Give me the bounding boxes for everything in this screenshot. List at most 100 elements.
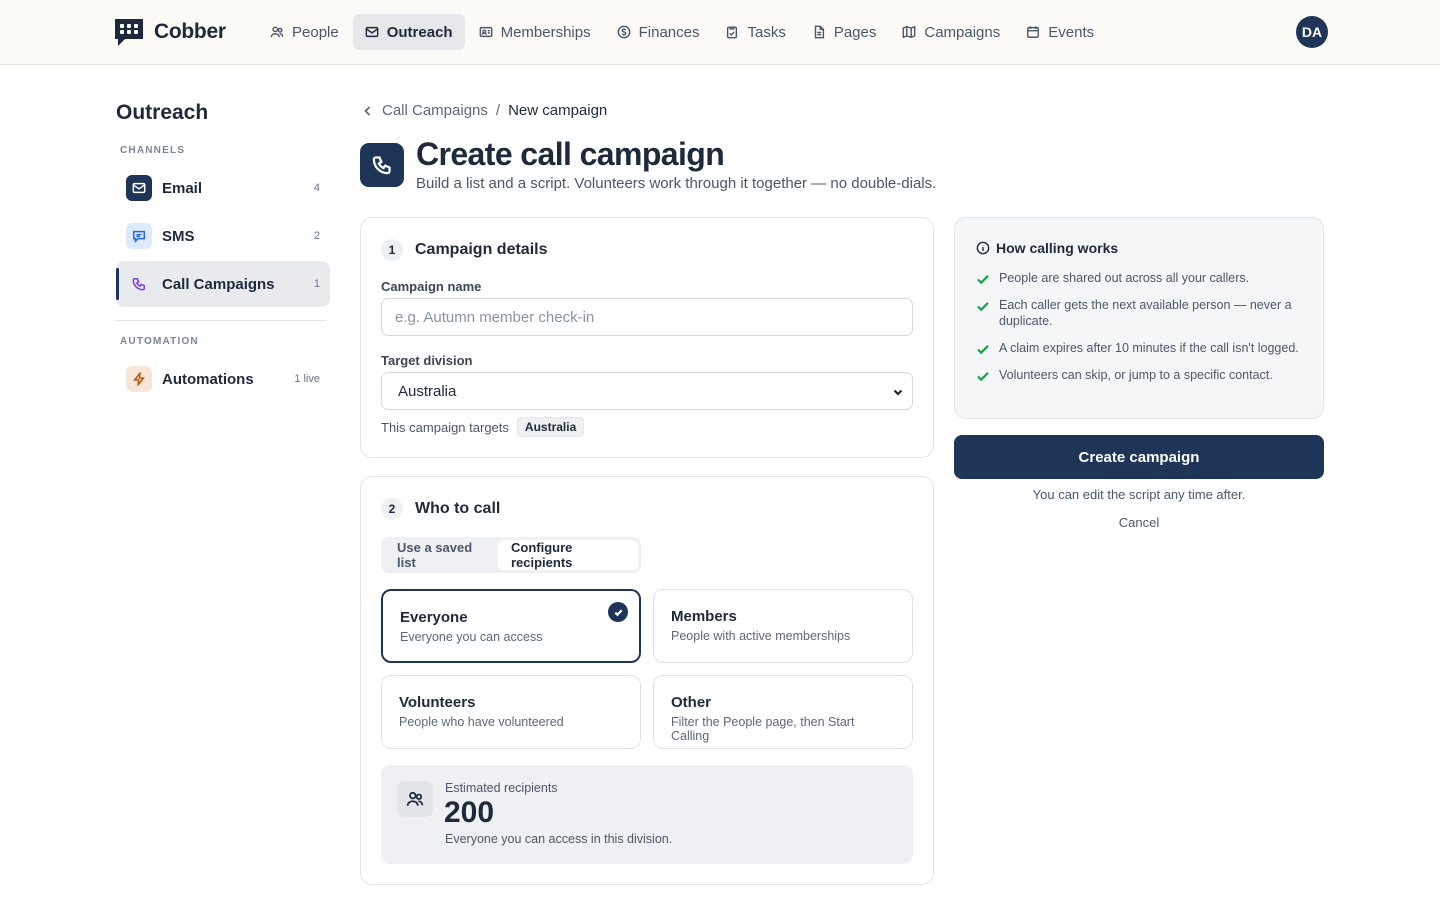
how-calling-works-heading: How calling works (976, 240, 1118, 256)
recipient-mode-tabs: Use a saved list Configure recipients (381, 537, 641, 573)
sidebar-item-label: SMS (162, 227, 195, 245)
sidebar-section-channels: CHANNELS (120, 145, 186, 156)
edit-script-note: You can edit the script any time after. (1032, 487, 1246, 502)
check-icon (977, 275, 989, 285)
nav-label: People (292, 23, 339, 41)
option-other[interactable]: Other Filter the People page, then Start… (653, 675, 913, 749)
nav-item-people[interactable]: People (258, 14, 351, 50)
estimate-value: 200 (444, 796, 495, 829)
nav-item-events[interactable]: Events (1014, 14, 1106, 50)
sidebar-item-count: 2 (313, 230, 320, 242)
target-division-value: Australia (398, 382, 457, 400)
chat-icon (126, 223, 152, 249)
tab-saved-list[interactable]: Use a saved list (384, 540, 498, 570)
step-number: 1 (381, 239, 403, 261)
create-campaign-button[interactable]: Create campaign (954, 435, 1324, 479)
phone-icon (360, 143, 404, 187)
campaign-name-label: Campaign name (381, 279, 482, 294)
sidebar-item-label: Call Campaigns (162, 275, 275, 293)
user-avatar[interactable]: DA (1296, 16, 1328, 48)
sidebar-item-label: Automations (162, 370, 254, 388)
estimated-recipients-panel: Estimated recipients 200 Everyone you ca… (381, 765, 913, 864)
card-title: Who to call (415, 500, 501, 517)
option-volunteers[interactable]: Volunteers People who have volunteered (381, 675, 641, 749)
nav-label: Tasks (747, 23, 786, 41)
top-nav-bar: Cobber People Outreach Memberships Finan… (0, 0, 1440, 65)
main-nav: People Outreach Memberships Finances Tas… (258, 14, 1106, 50)
sidebar-item-sms[interactable]: SMS 2 (116, 213, 330, 259)
option-description: Filter the People page, then Start Calli… (671, 715, 855, 743)
sidebar-item-count: 4 (313, 182, 320, 194)
option-title: Everyone (400, 609, 468, 626)
option-description: People with active memberships (671, 629, 851, 643)
how-title: How calling works (996, 240, 1119, 256)
nav-label: Outreach (386, 23, 453, 41)
option-everyone[interactable]: Everyone Everyone you can access (381, 589, 641, 663)
cancel-button[interactable]: Cancel (1099, 515, 1179, 530)
dollar-icon (617, 25, 630, 39)
sidebar-item-call-campaigns[interactable]: Call Campaigns 1 (116, 261, 330, 307)
nav-label: Campaigns (924, 23, 1001, 41)
nav-item-tasks[interactable]: Tasks (713, 14, 797, 50)
people-icon (270, 26, 284, 38)
estimate-label: Estimated recipients (445, 781, 558, 795)
breadcrumb-separator: / (495, 102, 501, 119)
phone-icon (126, 271, 152, 297)
nav-label: Pages (833, 23, 877, 41)
sidebar-item-count: 1 live (294, 373, 320, 385)
breadcrumb-current: New campaign (508, 102, 608, 119)
nav-item-outreach[interactable]: Outreach (352, 14, 465, 50)
sidebar-section-automation: AUTOMATION (120, 336, 199, 347)
nav-label: Events (1048, 23, 1095, 41)
option-description: People who have volunteered (399, 715, 564, 729)
check-icon (608, 602, 628, 622)
document-icon (814, 25, 824, 39)
targets-summary: This campaign targets Australia (381, 417, 585, 437)
sidebar-item-count: 1 (313, 278, 320, 290)
list-item: Each caller gets the next available pers… (976, 297, 1306, 329)
sidebar-item-email[interactable]: Email 4 (116, 165, 330, 211)
chevron-left-icon[interactable] (362, 105, 374, 117)
campaign-name-input[interactable] (381, 298, 913, 336)
option-title: Volunteers (399, 694, 476, 711)
nav-item-pages[interactable]: Pages (800, 14, 889, 50)
sidebar-item-automations[interactable]: Automations 1 live (116, 356, 330, 402)
list-item: A claim expires after 10 minutes if the … (976, 340, 1306, 356)
tab-configure-recipients[interactable]: Configure recipients (497, 540, 638, 570)
list-item: Volunteers can skip, or jump to a specif… (976, 367, 1306, 383)
check-icon (977, 302, 989, 312)
breadcrumb: Call Campaigns / New campaign (362, 102, 607, 119)
chevron-down-icon (893, 389, 903, 396)
nav-item-memberships[interactable]: Memberships (467, 14, 603, 50)
list-item-text: A claim expires after 10 minutes if the … (999, 341, 1299, 355)
calendar-icon (1027, 26, 1040, 38)
step-number: 2 (381, 498, 403, 520)
nav-item-finances[interactable]: Finances (605, 14, 712, 50)
sidebar-title: Outreach (116, 101, 209, 124)
how-list: People are shared out across all your ca… (976, 270, 1306, 394)
app-logo[interactable]: Cobber (112, 16, 226, 48)
list-item: People are shared out across all your ca… (976, 270, 1306, 286)
list-item-text: People are shared out across all your ca… (999, 271, 1250, 285)
info-icon (976, 241, 990, 255)
page-subtitle: Build a list and a script. Volunteers wo… (416, 175, 937, 192)
target-division-label: Target division (381, 353, 473, 368)
division-tag: Australia (516, 417, 585, 437)
clipboard-icon (727, 26, 738, 39)
sidebar-item-label: Email (162, 179, 203, 197)
check-icon (977, 345, 989, 355)
estimate-note: Everyone you can access in this division… (445, 832, 673, 846)
option-members[interactable]: Members People with active memberships (653, 589, 913, 663)
card-title: Campaign details (415, 241, 548, 258)
option-title: Members (671, 608, 737, 625)
option-description: Everyone you can access (400, 630, 543, 644)
nav-item-campaigns[interactable]: Campaigns (890, 14, 1012, 50)
check-icon (977, 372, 989, 382)
target-division-select[interactable]: Australia (381, 372, 913, 410)
nav-label: Memberships (500, 23, 591, 41)
targets-text: This campaign targets (381, 419, 509, 435)
list-item-text: Each caller gets the next available pers… (999, 298, 1292, 328)
sidebar-divider (116, 320, 326, 321)
list-item-text: Volunteers can skip, or jump to a specif… (999, 368, 1273, 382)
breadcrumb-parent[interactable]: Call Campaigns (382, 102, 488, 119)
